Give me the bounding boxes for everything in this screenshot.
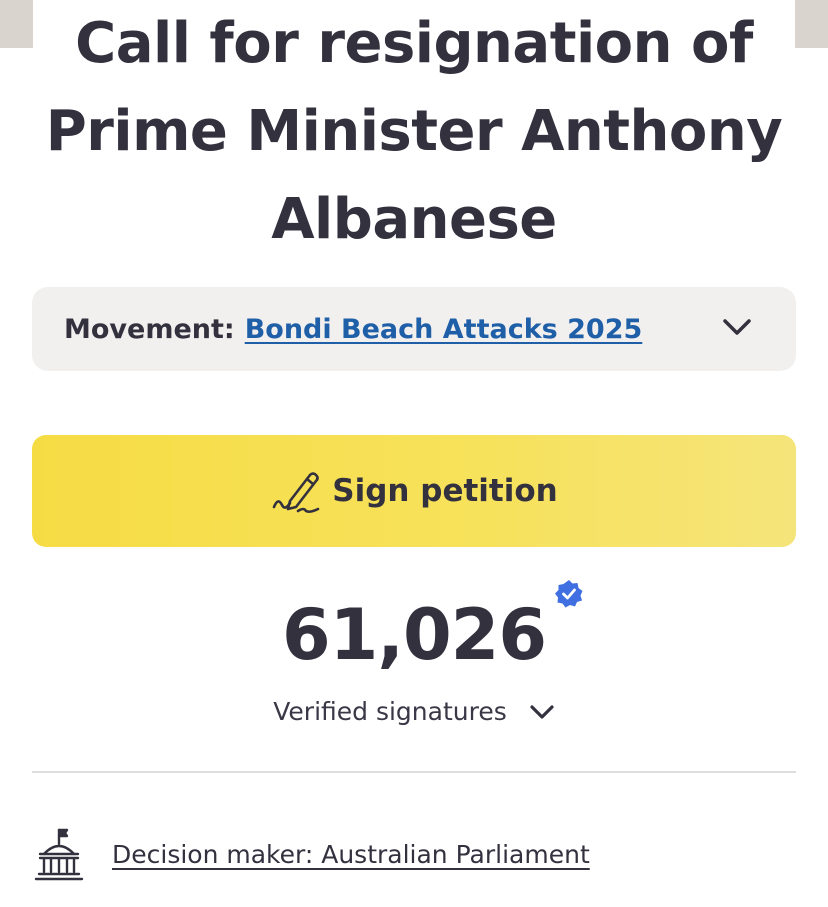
- movement-label: Movement:: [64, 313, 235, 345]
- sign-petition-label: Sign petition: [332, 473, 558, 509]
- pen-signature-icon: [272, 472, 320, 513]
- movement-link[interactable]: Bondi Beach Attacks 2025: [245, 314, 643, 345]
- left-corner-decoration: [0, 0, 33, 48]
- verified-signatures-label: Verified signatures: [273, 697, 507, 726]
- petition-title: Call for resignation of Prime Minister A…: [45, 11, 783, 252]
- signature-count-area: 61,026: [0, 580, 828, 685]
- movement-panel[interactable]: Movement: Bondi Beach Attacks 2025: [32, 287, 796, 371]
- chevron-down-icon: [530, 704, 554, 719]
- right-corner-decoration: [795, 0, 828, 48]
- signature-count-value: 61,026: [281, 594, 547, 676]
- sign-petition-button[interactable]: Sign petition: [32, 435, 796, 547]
- verified-signatures-toggle[interactable]: Verified signatures: [0, 697, 828, 726]
- chevron-down-icon[interactable]: [722, 317, 752, 337]
- signature-count: 61,026: [281, 580, 583, 685]
- parliament-building-icon: [34, 828, 84, 881]
- section-divider: [32, 771, 796, 773]
- decision-maker-link[interactable]: Decision maker: Australian Parliament: [112, 840, 590, 869]
- decision-maker-row[interactable]: Decision maker: Australian Parliament: [34, 826, 590, 882]
- verified-check-icon: [555, 580, 583, 608]
